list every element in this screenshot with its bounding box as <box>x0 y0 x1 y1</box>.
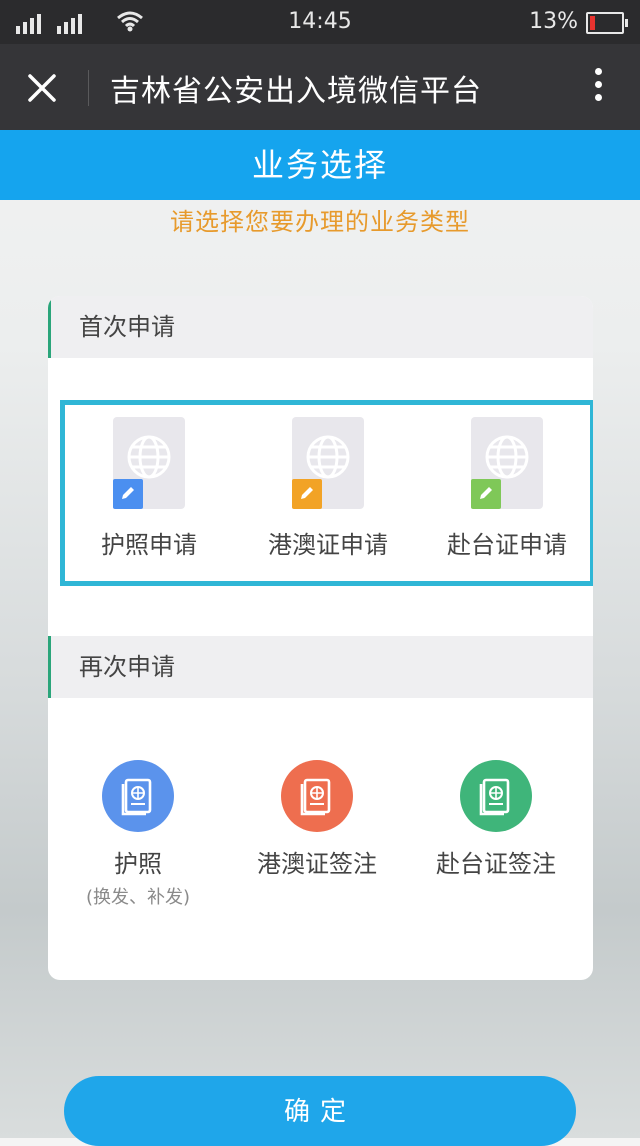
passport-globe-icon <box>471 417 543 509</box>
nav-divider <box>88 70 89 106</box>
taiwan-apply-label: 赴台证申请 <box>447 531 567 559</box>
battery-percent: 13% <box>529 9 578 34</box>
passport-reissue-button[interactable]: 护照 (换发、补发) <box>48 760 228 909</box>
passport-reissue-label: 护照 <box>114 850 162 878</box>
more-vertical-icon[interactable] <box>588 68 608 108</box>
section-reapply: 再次申请 <box>48 636 593 698</box>
hk-macao-endorse-button[interactable]: 港澳证签注 <box>227 760 407 879</box>
pencil-icon <box>113 479 143 509</box>
pencil-icon <box>292 479 322 509</box>
taiwan-apply-button[interactable]: 赴台证申请 <box>417 417 593 560</box>
passport-reissue-sublabel: (换发、补发) <box>85 887 191 908</box>
pencil-icon <box>471 479 501 509</box>
passport-globe-icon <box>292 417 364 509</box>
taiwan-endorse-button[interactable]: 赴台证签注 <box>406 760 586 879</box>
service-card: 首次申请 护照申请 港澳证申请 赴台证申请 再次申请 护照 (换发、补发) 港澳… <box>48 296 593 980</box>
page-title: 业务选择 <box>0 130 640 200</box>
section-first-apply: 首次申请 <box>48 296 593 358</box>
passport-book-icon <box>102 760 174 832</box>
page-subtitle: 请选择您要办理的业务类型 <box>170 208 470 236</box>
passport-apply-label: 护照申请 <box>101 531 197 559</box>
hk-macao-apply-button[interactable]: 港澳证申请 <box>238 417 418 560</box>
nav-bar: 吉林省公安出入境微信平台 <box>0 44 640 130</box>
close-icon[interactable] <box>20 66 64 110</box>
passport-globe-icon <box>113 417 185 509</box>
nav-title: 吉林省公安出入境微信平台 <box>110 74 482 109</box>
hk-macao-apply-label: 港澳证申请 <box>268 531 388 559</box>
battery-icon <box>586 12 628 34</box>
status-bar: 14:45 13% <box>0 0 640 44</box>
confirm-button[interactable]: 确定 <box>64 1076 576 1146</box>
taiwan-endorse-label: 赴台证签注 <box>436 850 556 878</box>
passport-apply-button[interactable]: 护照申请 <box>59 417 239 560</box>
passport-book-icon <box>460 760 532 832</box>
passport-book-icon <box>281 760 353 832</box>
hk-macao-endorse-label: 港澳证签注 <box>257 850 377 878</box>
first-apply-group: 护照申请 港澳证申请 赴台证申请 <box>60 400 593 586</box>
